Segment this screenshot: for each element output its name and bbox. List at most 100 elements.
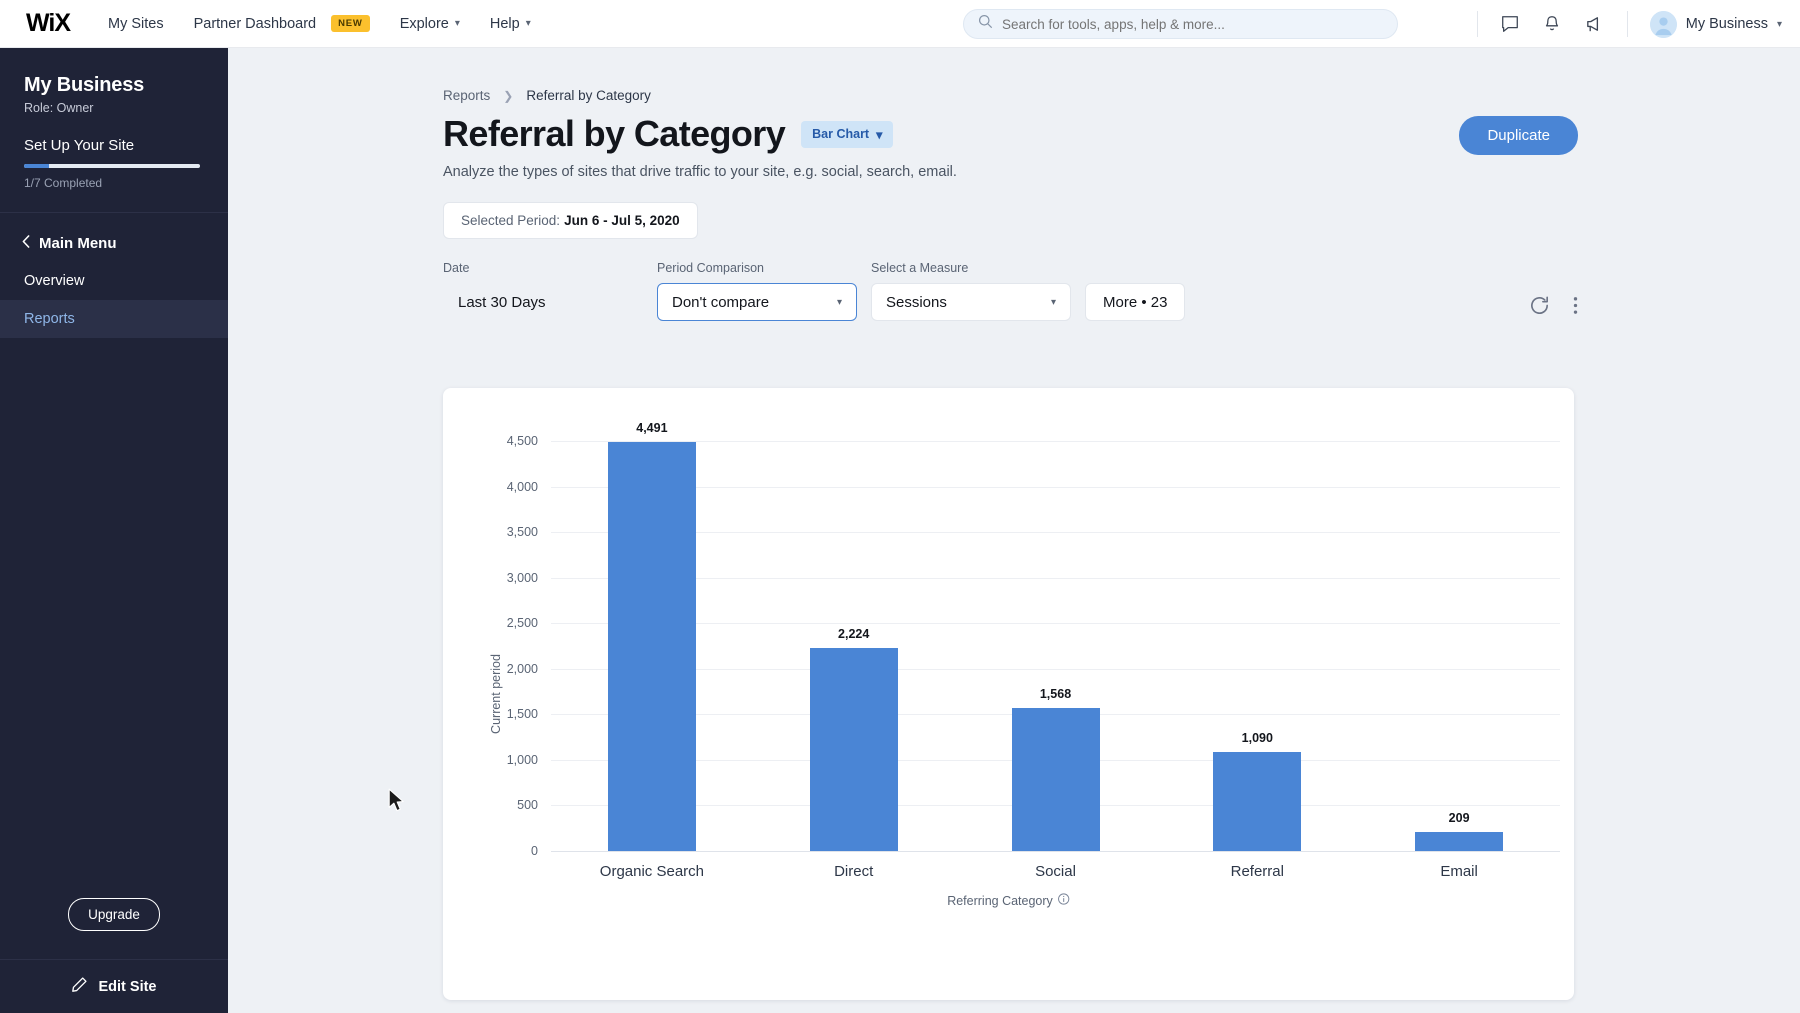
date-dropdown[interactable]: Last 30 Days — [443, 283, 643, 321]
bar[interactable] — [1415, 831, 1504, 851]
gridline — [551, 668, 1560, 670]
sidebar-item-overview[interactable]: Overview — [0, 262, 228, 300]
user-name: My Business — [1685, 16, 1768, 32]
chevron-right-icon: ❯ — [503, 88, 514, 103]
nav-item-my-sites[interactable]: My Sites — [108, 16, 164, 32]
breadcrumb-current: Referral by Category — [526, 88, 651, 103]
y-axis-tick-label: 4,500 — [506, 434, 538, 448]
nav-label: Partner Dashboard — [193, 15, 317, 32]
wix-logo[interactable]: WiX — [26, 9, 71, 38]
sidebar: My Business Role: Owner Set Up Your Site… — [0, 48, 228, 1013]
info-icon[interactable] — [1058, 893, 1070, 908]
chat-icon[interactable] — [1500, 14, 1520, 34]
filter-controls: Date Last 30 Days Period Comparison Don'… — [443, 261, 1800, 321]
nav-label: Help — [489, 15, 520, 32]
chevron-down-icon: ▾ — [1776, 18, 1782, 30]
y-axis-tick-label: 2,000 — [506, 661, 538, 676]
x-axis-title: Referring Category — [947, 893, 1070, 908]
gridline — [551, 441, 1560, 442]
y-axis-tick-label: 0 — [531, 844, 538, 858]
x-axis-tick-label: Social — [1035, 863, 1076, 880]
setup-progress-text: 1/7 Completed — [24, 176, 103, 190]
nav-item-explore[interactable]: Explore ▾ — [400, 16, 460, 32]
nav-label: My Sites — [108, 15, 164, 32]
x-axis-tick-label: Organic Search — [599, 863, 704, 880]
date-value: Last 30 Days — [458, 293, 546, 311]
search-input[interactable] — [1002, 16, 1383, 32]
setup-your-site-link[interactable]: Set Up Your Site — [24, 137, 204, 154]
top-navigation-bar: WiX My Sites Partner Dashboard NEW Explo… — [0, 0, 1800, 48]
sidebar-bottom: Upgrade Edit Site — [0, 898, 228, 1013]
control-date: Date Last 30 Days — [443, 261, 643, 321]
axis-baseline — [551, 851, 1560, 852]
x-axis-tick-label: Referral — [1230, 863, 1284, 880]
measure-value: Sessions — [886, 293, 947, 311]
period-comparison-value: Don't compare — [672, 293, 770, 311]
bar[interactable] — [607, 441, 696, 851]
y-axis-tick-label: 4,000 — [506, 479, 538, 494]
upgrade-button[interactable]: Upgrade — [68, 898, 160, 931]
bar-chart[interactable]: Current period 0 500 1,000 1,500 2,000 2,500 3,… — [443, 388, 1574, 1000]
chevron-down-icon: ▾ — [525, 18, 531, 29]
control-period-comparison: Period Comparison Don't compare ▾ — [657, 261, 857, 321]
bar[interactable] — [1011, 708, 1100, 851]
top-nav-items: My Sites Partner Dashboard NEW Explore ▾… — [108, 15, 531, 32]
period-comparison-dropdown[interactable]: Don't compare ▾ — [657, 283, 857, 321]
bar[interactable] — [809, 648, 898, 851]
search-box[interactable] — [963, 9, 1398, 39]
refresh-icon[interactable] — [1528, 294, 1551, 317]
gridline — [551, 486, 1560, 488]
more-vertical-icon[interactable] — [1573, 295, 1578, 316]
chevron-down-icon: ▾ — [1050, 296, 1056, 308]
top-right-actions: My Business ▾ — [1476, 0, 1782, 48]
bar-value-label: 2,224 — [838, 627, 870, 642]
chart-card: Current period 0 500 1,000 1,500 2,000 2,500 3,… — [443, 388, 1574, 1000]
setup-progress-bar — [24, 164, 200, 168]
chevron-left-icon — [22, 235, 30, 252]
chart-type-selector[interactable]: Bar Chart ▾ — [801, 120, 894, 148]
pencil-icon — [71, 976, 88, 997]
bar-value-label: 1,090 — [1241, 730, 1273, 745]
bar-value-label: 4,491 — [636, 420, 668, 435]
selected-period-prefix: Selected Period: — [461, 213, 561, 228]
edit-site-button[interactable]: Edit Site — [0, 959, 228, 1013]
x-axis-tick-label: Direct — [834, 863, 874, 880]
more-filters-button[interactable]: More • 23 — [1085, 283, 1186, 321]
sidebar-item-reports[interactable]: Reports — [0, 300, 228, 338]
setup-progress-fill — [24, 164, 49, 168]
duplicate-button[interactable]: Duplicate — [1459, 116, 1578, 155]
breadcrumb-parent[interactable]: Reports — [443, 88, 490, 103]
main-content: Reports ❯ Referral by Category Referral … — [228, 48, 1800, 1013]
y-axis-tick-label: 500 — [517, 798, 538, 813]
page-title: Referral by Category — [443, 113, 786, 154]
bar[interactable] — [1213, 751, 1302, 851]
sidebar-main-menu-back[interactable]: Main Menu — [0, 213, 228, 262]
megaphone-icon[interactable] — [1584, 14, 1605, 35]
user-menu[interactable]: My Business ▾ — [1649, 10, 1782, 38]
bell-icon[interactable] — [1542, 14, 1562, 34]
control-label: Select a Measure — [871, 261, 969, 275]
y-axis-tick-label: 3,000 — [506, 570, 538, 585]
x-axis-tick-label: Email — [1440, 863, 1478, 880]
gridline — [551, 623, 1560, 625]
x-axis-title-label: Referring Category — [947, 893, 1053, 908]
global-search[interactable] — [963, 9, 1398, 39]
bar-value-label: 1,568 — [1039, 687, 1072, 702]
selected-period-chip[interactable]: Selected Period: Jun 6 - Jul 5, 2020 — [443, 202, 698, 239]
nav-item-partner-dashboard[interactable]: Partner Dashboard NEW — [194, 15, 370, 32]
main-menu-label: Main Menu — [39, 235, 117, 252]
gridline — [551, 532, 1560, 534]
chevron-down-icon: ▾ — [454, 18, 460, 29]
new-badge: NEW — [331, 15, 370, 32]
y-axis-tick-label: 3,500 — [506, 525, 538, 540]
measure-dropdown[interactable]: Sessions ▾ — [871, 283, 1071, 321]
chevron-down-icon: ▾ — [836, 296, 842, 308]
nav-item-help[interactable]: Help ▾ — [490, 16, 531, 32]
y-axis-tick-label: 1,500 — [506, 707, 538, 722]
page-subtitle: Analyze the types of sites that drive tr… — [443, 164, 957, 180]
breadcrumb: Reports ❯ Referral by Category — [228, 48, 1800, 103]
sidebar-business-name: My Business — [24, 74, 145, 96]
divider — [1476, 11, 1478, 37]
search-icon — [978, 14, 993, 34]
sidebar-role: Role: Owner — [24, 101, 94, 115]
